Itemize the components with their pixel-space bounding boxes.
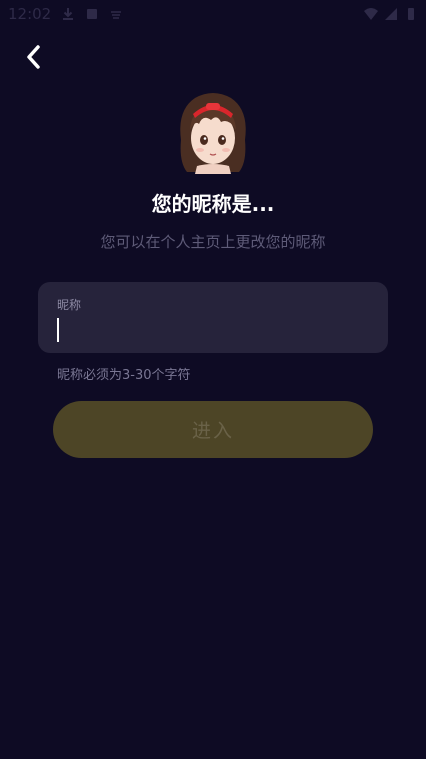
signal-icon — [385, 8, 397, 20]
page-title: 您的昵称是... — [151, 192, 275, 216]
nickname-field[interactable]: 昵称 — [38, 282, 388, 353]
battery-icon — [408, 8, 414, 20]
enter-button[interactable]: 进入 — [53, 401, 373, 458]
wifi-icon — [364, 8, 378, 20]
nickname-hint: 昵称必须为3-30个字符 — [57, 368, 191, 383]
status-time: 12:02 — [8, 5, 52, 23]
cast-icon — [111, 11, 122, 19]
status-bar: 12:02 — [0, 0, 426, 28]
girl-avatar-icon — [180, 93, 246, 174]
download-icon — [63, 8, 74, 20]
back-button[interactable] — [18, 42, 48, 72]
notification-icon — [87, 9, 98, 19]
nickname-input[interactable] — [57, 318, 369, 342]
nickname-field-label: 昵称 — [57, 298, 82, 312]
chevron-left-icon — [27, 45, 40, 69]
page-subtitle: 您可以在个人主页上更改您的昵称 — [100, 233, 326, 251]
